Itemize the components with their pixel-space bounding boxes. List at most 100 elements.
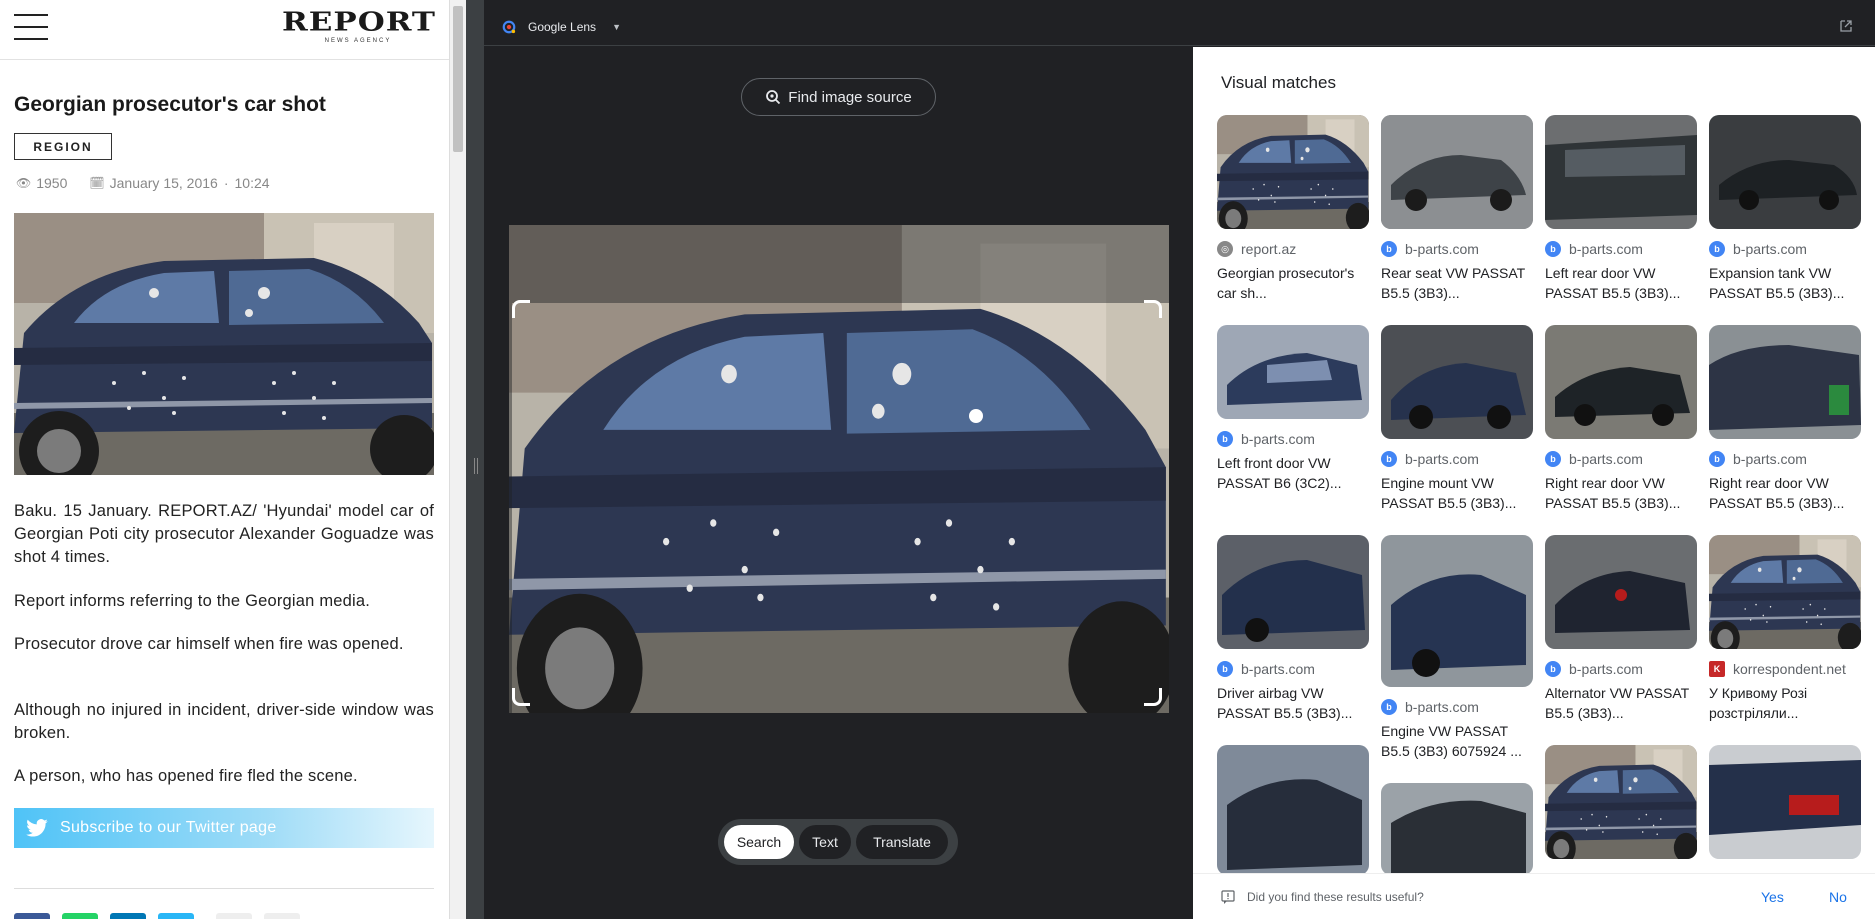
b-parts-favicon: b (1217, 431, 1233, 447)
result-source: b-parts.com (1569, 451, 1643, 467)
result-card[interactable] (1709, 745, 1861, 859)
article-paragraph-3: Prosecutor drove car himself when fire w… (14, 635, 404, 653)
whatsapp-share-icon[interactable] (62, 913, 98, 919)
result-card[interactable]: Kkorrespondent.net У Кривому Розі розстр… (1709, 535, 1861, 723)
result-thumbnail (1709, 535, 1861, 649)
lens-title[interactable]: Google Lens (528, 20, 596, 34)
result-caption: У Кривому Розі розстріляли... (1709, 685, 1808, 721)
article-paragraph-5: A person, who has opened fire fled the s… (14, 767, 358, 785)
feedback-no-button[interactable]: No (1829, 889, 1847, 905)
view-count: 1950 (36, 175, 68, 191)
result-card[interactable]: b b-parts.com Driver airbag VW PASSAT B5.… (1217, 535, 1369, 723)
crop-handle-bottom-left[interactable] (512, 688, 530, 706)
find-image-source-button[interactable]: Find image source (741, 78, 936, 116)
result-source: b-parts.com (1241, 431, 1315, 447)
result-caption: Engine VW PASSAT B5.5 (3B3) 6075924 ... (1381, 723, 1522, 759)
news-scrollbar-thumb[interactable] (453, 6, 463, 152)
result-caption: Driver airbag VW PASSAT B5.5 (3B3)... (1217, 685, 1353, 721)
result-card[interactable] (1545, 745, 1697, 859)
linkedin-share-icon[interactable] (110, 913, 146, 919)
result-thumbnail (1381, 325, 1533, 439)
result-thumbnail (1217, 325, 1369, 419)
result-card[interactable]: b b-parts.com Rear seat VW PASSAT B5.5 (3… (1381, 115, 1533, 303)
result-caption: Engine mount VW PASSAT B5.5 (3B3)... (1381, 475, 1517, 511)
result-source: report.az (1241, 241, 1297, 257)
region-tag[interactable]: REGION (14, 133, 112, 160)
crop-handle-top-right[interactable] (1144, 300, 1162, 318)
article-paragraph-4: Although no injured in incident, driver-… (14, 701, 434, 742)
print-share-icon[interactable] (264, 913, 300, 919)
crop-handle-bottom-right[interactable] (1144, 688, 1162, 706)
article-photo[interactable] (14, 213, 434, 475)
result-caption: Right rear door VW PASSAT B5.5 (3B3)... (1709, 475, 1845, 511)
result-thumbnail (1545, 115, 1697, 229)
object-selection-dot[interactable] (969, 409, 983, 423)
twitter-subscribe-button[interactable]: Subscribe to our Twitter page (14, 808, 434, 848)
article-meta: 👁 1950 🗓 January 15, 2016 · 10:24 (16, 175, 270, 191)
result-thumbnail (1217, 115, 1369, 229)
result-card[interactable] (1381, 783, 1533, 875)
result-thumbnail (1545, 535, 1697, 649)
find-image-source-label: Find image source (788, 88, 912, 106)
news-header: REPORT NEWS AGENCY (0, 0, 449, 60)
article-paragraph-1: Baku. 15 January. REPORT.AZ/ 'Hyundai' m… (14, 502, 434, 566)
email-share-icon[interactable] (216, 913, 252, 919)
result-thumbnail (1381, 535, 1533, 687)
b-parts-favicon: b (1709, 451, 1725, 467)
b-parts-favicon: b (1709, 241, 1725, 257)
result-card[interactable]: b b-parts.com Alternator VW PASSAT B5.5 (… (1545, 535, 1697, 723)
crop-handle-top-left[interactable] (512, 300, 530, 318)
result-thumbnail (1381, 115, 1533, 229)
feedback-yes-button[interactable]: Yes (1761, 889, 1784, 905)
b-parts-favicon: b (1545, 451, 1561, 467)
lens-search-icon (766, 90, 781, 105)
b-parts-favicon: b (1217, 661, 1233, 677)
telegram-share-icon[interactable] (158, 913, 194, 919)
resize-handle[interactable] (474, 458, 478, 474)
visual-matches-title: Visual matches (1221, 73, 1336, 92)
result-source: b-parts.com (1569, 661, 1643, 677)
logo-text: REPORT (282, 6, 436, 38)
result-caption: Left rear door VW PASSAT B5.5 (3B3)... (1545, 265, 1681, 301)
feedback-icon (1221, 889, 1235, 904)
meta-separator: · (223, 175, 229, 191)
result-card[interactable] (1217, 745, 1369, 875)
result-card[interactable]: b b-parts.com Right rear door VW PASSAT B… (1709, 325, 1861, 513)
result-thumbnail (1217, 535, 1369, 649)
result-card[interactable]: b b-parts.com Expansion tank VW PASSAT B5… (1709, 115, 1861, 303)
result-card[interactable]: b b-parts.com Left front door VW PASSAT B… (1217, 325, 1369, 493)
result-source: b-parts.com (1405, 241, 1479, 257)
globe-icon: ◎ (1217, 241, 1233, 257)
crop-selection-box[interactable] (512, 300, 1162, 706)
result-card[interactable]: ◎ report.az Georgian prosecutor's car sh.… (1217, 115, 1369, 303)
result-card[interactable]: b b-parts.com Right rear door VW PASSAT B… (1545, 325, 1697, 513)
chevron-down-icon[interactable]: ▼ (612, 22, 621, 32)
b-parts-favicon: b (1381, 699, 1397, 715)
result-caption: Rear seat VW PASSAT B5.5 (3B3)... (1381, 265, 1525, 301)
result-card[interactable]: b b-parts.com Engine mount VW PASSAT B5.5… (1381, 325, 1533, 513)
logo-subtext: NEWS AGENCY (324, 38, 392, 44)
mode-translate-button[interactable]: Translate (856, 825, 948, 859)
facebook-share-icon[interactable] (14, 913, 50, 919)
calendar-icon: 🗓 (89, 176, 105, 190)
lens-topbar: Google Lens ▼ (484, 8, 1875, 46)
twitter-icon (26, 819, 48, 837)
result-card[interactable]: b b-parts.com Left rear door VW PASSAT B5… (1545, 115, 1697, 303)
result-caption: Alternator VW PASSAT B5.5 (3B3)... (1545, 685, 1689, 721)
result-caption: Left front door VW PASSAT B6 (3C2)... (1217, 455, 1342, 491)
result-caption: Expansion tank VW PASSAT B5.5 (3B3)... (1709, 265, 1845, 301)
result-source: b-parts.com (1569, 241, 1643, 257)
lens-mode-switcher: Search Text Translate (718, 819, 958, 865)
b-parts-favicon: b (1545, 661, 1561, 677)
menu-icon[interactable] (14, 14, 48, 40)
news-scrollbar[interactable] (449, 0, 466, 919)
feedback-bar: Did you find these results useful? Yes N… (1193, 873, 1875, 919)
article-paragraph-2: Report informs referring to the Georgian… (14, 592, 371, 610)
open-in-new-tab-icon[interactable] (1839, 19, 1853, 33)
mode-search-button[interactable]: Search (724, 825, 794, 859)
mode-text-button[interactable]: Text (799, 825, 851, 859)
report-logo[interactable]: REPORT NEWS AGENCY (282, 6, 436, 44)
article-time: 10:24 (234, 175, 270, 191)
result-thumbnail (1545, 325, 1697, 439)
result-card[interactable]: b b-parts.com Engine VW PASSAT B5.5 (3B3)… (1381, 535, 1533, 761)
